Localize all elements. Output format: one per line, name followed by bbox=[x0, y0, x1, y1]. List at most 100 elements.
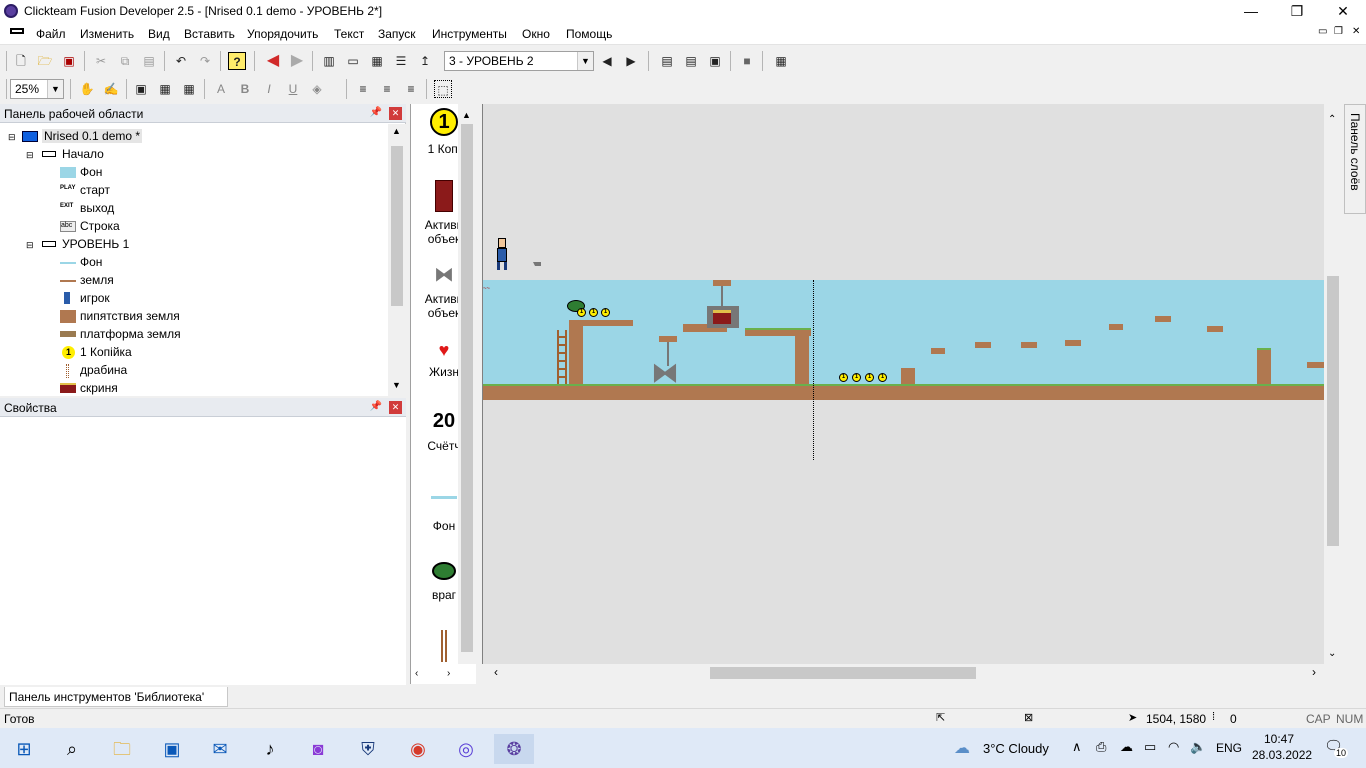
workspace-scrollbar[interactable]: ▲ ▼ bbox=[388, 124, 406, 396]
platform[interactable] bbox=[1021, 342, 1037, 348]
tree-item-project[interactable]: ⊟ Nrised 0.1 demo * bbox=[8, 128, 208, 146]
ladder-sprite[interactable] bbox=[557, 330, 567, 384]
game-app-icon[interactable]: ◎ bbox=[446, 734, 486, 764]
platform[interactable] bbox=[569, 320, 633, 326]
wifi-icon[interactable]: ◠ bbox=[1168, 739, 1179, 755]
obstacle-block[interactable] bbox=[901, 368, 915, 384]
tree-item[interactable]: EXIT выход bbox=[60, 200, 260, 218]
platform[interactable] bbox=[975, 342, 991, 348]
trap-sprite[interactable]: ⧓ bbox=[651, 359, 683, 387]
tree-item-frame-level1[interactable]: ⊟ УРОВЕНЬ 1 bbox=[26, 236, 226, 254]
scroll-right-icon[interactable]: › bbox=[447, 668, 450, 679]
help-icon[interactable]: ? bbox=[228, 52, 246, 70]
frame-editor-icon[interactable]: ▭ bbox=[344, 52, 362, 70]
chrome-icon[interactable]: ◉ bbox=[398, 734, 438, 764]
tree-item[interactable]: 1 1 Копійка bbox=[60, 344, 260, 362]
menu-tools[interactable]: Инструменты bbox=[432, 27, 507, 41]
cut-icon[interactable]: ✂ bbox=[92, 52, 110, 70]
data-elements-icon[interactable]: ↥ bbox=[416, 52, 434, 70]
forward-icon[interactable]: ▶ bbox=[288, 52, 306, 70]
stop-icon[interactable]: ■ bbox=[738, 52, 756, 70]
close-icon[interactable]: ✕ bbox=[389, 401, 402, 414]
event-list-icon[interactable]: ☰ bbox=[392, 52, 410, 70]
search-icon[interactable]: ⌕ bbox=[52, 734, 92, 764]
weather-text[interactable]: 3°C Cloudy bbox=[983, 741, 1049, 756]
pin-icon[interactable]: 📌 bbox=[370, 401, 382, 412]
chevron-up-icon[interactable]: ∧ bbox=[1072, 739, 1082, 755]
menu-help[interactable]: Помощь bbox=[566, 27, 612, 41]
platform[interactable] bbox=[1307, 362, 1324, 368]
language-indicator[interactable]: ENG bbox=[1216, 741, 1242, 755]
chevron-left-icon[interactable]: ‹ bbox=[494, 665, 498, 679]
scroll-left-icon[interactable]: ‹ bbox=[415, 668, 418, 679]
build-icon[interactable]: ▦ bbox=[772, 52, 790, 70]
open-folder-icon[interactable]: 🗁 bbox=[36, 52, 54, 70]
back-icon[interactable]: ◀ bbox=[264, 52, 282, 70]
layers-panel-tab[interactable]: Панель слоёв bbox=[1344, 104, 1366, 214]
menu-text[interactable]: Текст bbox=[334, 27, 364, 41]
minimize-button[interactable]: — bbox=[1228, 0, 1274, 23]
bold-icon[interactable]: B bbox=[236, 80, 254, 98]
document-icon[interactable] bbox=[10, 28, 24, 34]
close-icon[interactable]: ✕ bbox=[389, 107, 402, 120]
scroll-thumb[interactable] bbox=[391, 146, 403, 306]
volume-icon[interactable]: 🔈 bbox=[1190, 739, 1206, 755]
tree-item[interactable]: игрок bbox=[60, 290, 260, 308]
next-frame-icon[interactable]: ▶ bbox=[622, 52, 640, 70]
scroll-thumb[interactable] bbox=[710, 667, 976, 679]
coin-sprite[interactable]: 1 bbox=[839, 373, 848, 382]
underline-icon[interactable]: U bbox=[284, 80, 302, 98]
menu-window[interactable]: Окно bbox=[522, 27, 550, 41]
maximize-button[interactable]: ❐ bbox=[1274, 0, 1320, 23]
canvas-vertical-scrollbar[interactable]: ⌃ ⌄ bbox=[1324, 104, 1342, 664]
menu-arrange[interactable]: Упорядочить bbox=[247, 27, 318, 41]
chest-sprite[interactable] bbox=[713, 310, 731, 324]
copy-icon[interactable]: ⧉ bbox=[116, 52, 134, 70]
player-sprite[interactable] bbox=[497, 238, 507, 274]
platform[interactable] bbox=[1155, 316, 1171, 322]
prev-frame-icon[interactable]: ◀ bbox=[598, 52, 616, 70]
fill-color-icon[interactable]: ◈ bbox=[308, 80, 326, 98]
chevron-down-icon[interactable]: ⌄ bbox=[1328, 648, 1336, 659]
collapse-icon[interactable]: ⊟ bbox=[8, 132, 16, 143]
grab-icon[interactable]: ✍ bbox=[102, 80, 120, 98]
mail-icon[interactable]: ✉ bbox=[200, 734, 240, 764]
close-button[interactable]: ✕ bbox=[1320, 0, 1366, 23]
pin-icon[interactable]: 📌 bbox=[370, 107, 382, 118]
tiktok-icon[interactable]: ♪ bbox=[250, 734, 290, 764]
font-icon[interactable]: A bbox=[212, 80, 230, 98]
mdi-restore-icon[interactable]: ❐ bbox=[1334, 26, 1343, 37]
tree-item-frame-start[interactable]: ⊟ Начало bbox=[26, 146, 226, 164]
hammer-sprite[interactable] bbox=[533, 262, 541, 274]
tree-item[interactable]: пипятствия земля bbox=[60, 308, 260, 326]
chevron-up-icon[interactable]: ▲ bbox=[462, 110, 471, 120]
chevron-right-icon[interactable]: › bbox=[1312, 665, 1316, 679]
tree-item[interactable]: Фон bbox=[60, 254, 260, 272]
coin-sprite[interactable]: 1 bbox=[589, 308, 598, 317]
chevron-up-icon[interactable]: ⌃ bbox=[1328, 114, 1336, 125]
grid-icon[interactable]: ▣ bbox=[132, 80, 150, 98]
hand-icon[interactable]: ✋ bbox=[78, 80, 96, 98]
coin-sprite[interactable]: 1 bbox=[601, 308, 610, 317]
redo-icon[interactable]: ↷ bbox=[196, 52, 214, 70]
run-frame-icon[interactable]: ▤ bbox=[682, 52, 700, 70]
save-icon[interactable]: ▣ bbox=[60, 52, 78, 70]
canvas-horizontal-scrollbar[interactable]: ‹ › bbox=[482, 664, 1324, 682]
clock-date[interactable]: 28.03.2022 bbox=[1252, 748, 1312, 762]
chevron-up-icon[interactable]: ▲ bbox=[392, 126, 401, 136]
frame-select[interactable]: 3 - УРОВЕНЬ 2 ▼ bbox=[444, 51, 594, 71]
security-shield-icon[interactable]: ⛨ bbox=[348, 734, 388, 764]
file-explorer-icon[interactable]: 🗀 bbox=[102, 734, 142, 764]
scroll-thumb[interactable] bbox=[1327, 276, 1339, 546]
menu-run[interactable]: Запуск bbox=[378, 27, 416, 41]
event-editor-icon[interactable]: ▦ bbox=[368, 52, 386, 70]
clock-time[interactable]: 10:47 bbox=[1264, 732, 1294, 746]
tree-item[interactable]: платформа земля bbox=[60, 326, 260, 344]
twitch-icon[interactable]: ◙ bbox=[298, 734, 338, 764]
coin-sprite[interactable]: 1 bbox=[878, 373, 887, 382]
frame-editor-canvas[interactable]: ~~ 1 1 1 ⧓ 1 1 1 1 bbox=[482, 104, 1324, 664]
meet-icon[interactable]: ⎙ bbox=[1096, 739, 1106, 755]
tree-item[interactable]: Фон bbox=[60, 164, 260, 182]
run-application-icon[interactable]: ▤ bbox=[658, 52, 676, 70]
coin-sprite[interactable]: 1 bbox=[865, 373, 874, 382]
